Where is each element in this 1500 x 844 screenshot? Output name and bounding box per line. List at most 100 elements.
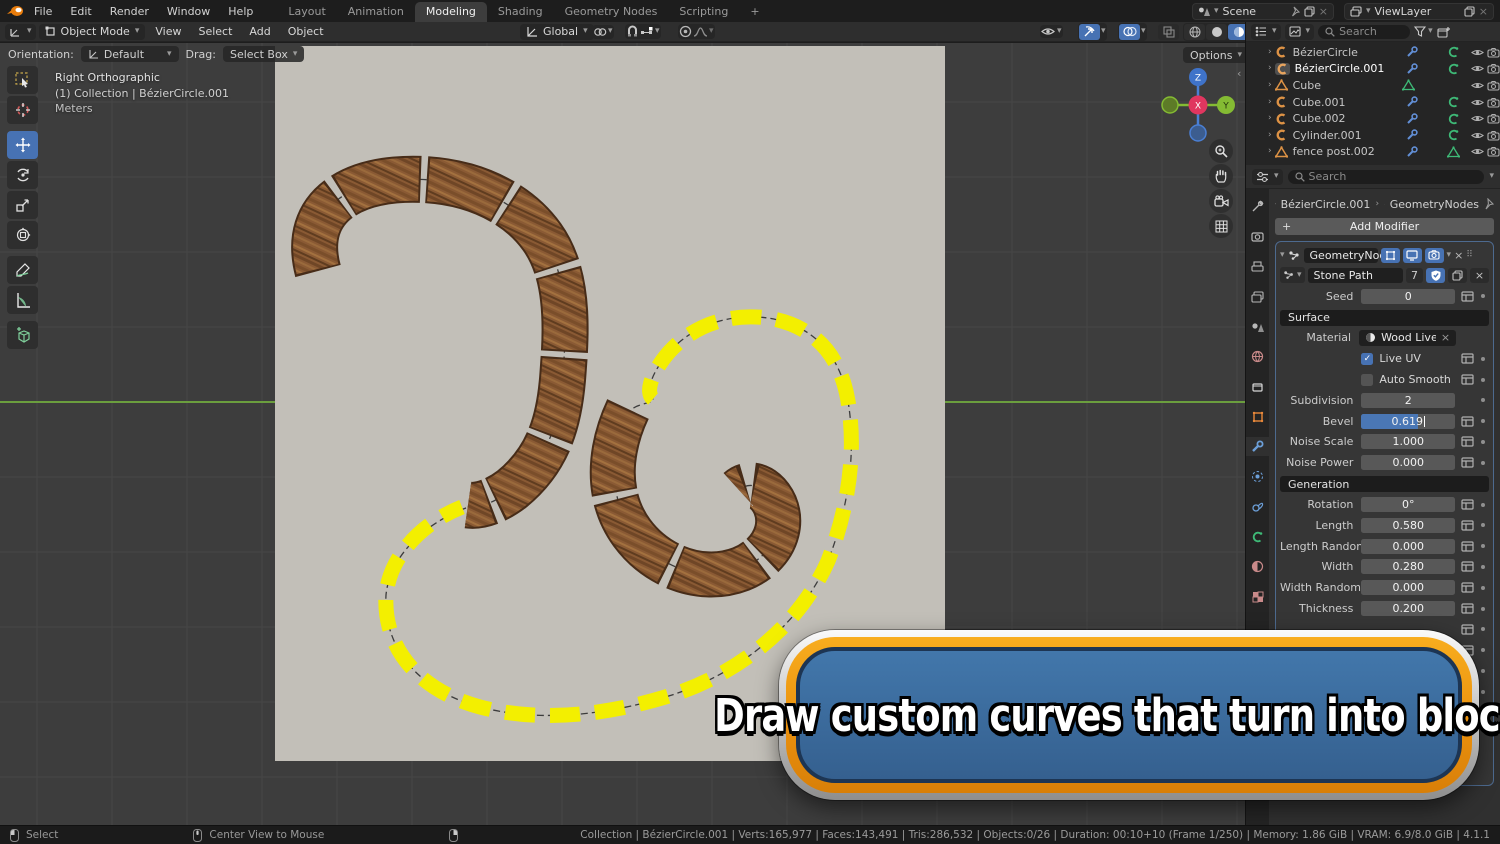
hide-eye-icon[interactable] [1471, 48, 1484, 57]
tab-output[interactable] [1246, 257, 1269, 276]
animate-decorator[interactable] [1481, 398, 1485, 402]
expand-icon[interactable]: › [1268, 81, 1272, 90]
toggle-orthographic-button[interactable] [1209, 214, 1233, 238]
navigation-gizmo[interactable]: Z Y X [1158, 65, 1238, 145]
options-dropdown[interactable]: Options ▾ [1183, 47, 1245, 63]
input-attribute-icon[interactable] [1461, 582, 1474, 593]
material-field[interactable]: Wood Live UV × [1359, 330, 1456, 346]
gizmo-z-neg-axis[interactable] [1190, 125, 1206, 141]
close-icon[interactable]: × [1479, 5, 1488, 18]
modifier-name-field[interactable]: GeometryNodes [1304, 248, 1378, 263]
input-attribute-icon[interactable] [1461, 291, 1474, 302]
outliner-row-cube-001[interactable]: › Cube.001 [1246, 94, 1500, 111]
tab-scene[interactable] [1246, 317, 1269, 336]
disable-camera-icon[interactable] [1487, 47, 1500, 58]
tool-rotate[interactable] [7, 161, 38, 189]
orientation-dropdown[interactable]: Default ▾ [81, 46, 179, 62]
mesh-data-icon[interactable] [1447, 146, 1460, 158]
copy-icon[interactable] [1304, 6, 1315, 17]
unlink-node-group-button[interactable]: × [1470, 268, 1489, 283]
shading-wireframe-button[interactable] [1184, 24, 1205, 40]
curve-data-icon[interactable] [1447, 113, 1460, 125]
tool-cursor[interactable] [7, 96, 38, 124]
workspace-tab-geometry-nodes[interactable]: Geometry Nodes [554, 2, 669, 22]
rotation-input[interactable]: 0° [1361, 497, 1455, 512]
tool-measure[interactable] [7, 286, 38, 314]
add-workspace-button[interactable]: + [739, 2, 770, 22]
expand-icon[interactable]: › [1268, 64, 1272, 73]
modifier-wrench-icon[interactable] [1406, 129, 1418, 141]
hide-eye-icon[interactable] [1471, 81, 1484, 90]
outliner-filter-dropdown[interactable]: ▾ [1414, 26, 1433, 37]
tab-world[interactable] [1246, 347, 1269, 366]
seed-input[interactable]: 0 [1361, 289, 1455, 304]
show-overlays-button[interactable] [1119, 24, 1140, 40]
show-object-types-dropdown[interactable]: ▾ [1040, 25, 1063, 38]
auto-smooth-checkbox[interactable] [1361, 374, 1373, 386]
length-input[interactable]: 0.580 [1361, 518, 1455, 533]
disable-camera-icon[interactable] [1487, 146, 1500, 157]
hide-eye-icon[interactable] [1471, 64, 1484, 73]
menu-file[interactable]: File [26, 3, 60, 20]
drag-handle[interactable]: ⠿ [1466, 250, 1472, 260]
menu-edit[interactable]: Edit [62, 3, 99, 20]
show-gizmo-button[interactable] [1079, 24, 1100, 40]
length-randomness-input[interactable]: 0.000 [1361, 539, 1455, 554]
mode-dropdown[interactable]: Object Mode ▾ [39, 24, 146, 40]
tab-object[interactable] [1246, 407, 1269, 426]
input-attribute-icon[interactable] [1461, 499, 1474, 510]
outliner-display-mode-dropdown[interactable]: ▾ [1251, 24, 1281, 40]
properties-editor-type-button[interactable]: ▾ [1252, 169, 1283, 185]
tool-select-box[interactable] [7, 66, 38, 94]
tab-particles[interactable] [1246, 467, 1269, 486]
animate-decorator[interactable] [1481, 440, 1485, 444]
width-randomness-input[interactable]: 0.000 [1361, 580, 1455, 595]
menu-add[interactable]: Add [242, 24, 277, 39]
animate-decorator[interactable] [1481, 419, 1485, 423]
thickness-input[interactable]: 0.200 [1361, 601, 1455, 616]
animate-decorator[interactable] [1481, 461, 1485, 465]
input-attribute-icon[interactable] [1461, 520, 1474, 531]
tab-object-data[interactable] [1246, 527, 1269, 546]
modifier-wrench-icon[interactable] [1406, 96, 1418, 108]
gizmos-toggle-group[interactable]: ▾ [1078, 23, 1107, 41]
modifier-wrench-icon[interactable] [1406, 146, 1418, 158]
tool-move[interactable] [7, 131, 38, 159]
properties-options-icon[interactable]: ▾ [1489, 172, 1494, 181]
animate-decorator[interactable] [1481, 523, 1485, 527]
outliner-row-fence-post-002[interactable]: › fence post.002 [1246, 144, 1500, 161]
bevel-input[interactable]: 0.619 [1361, 414, 1455, 429]
node-group-name-field[interactable]: Stone Path [1308, 268, 1403, 283]
modifier-wrench-icon[interactable] [1406, 46, 1418, 58]
viewlayer-selector[interactable]: ▾ ViewLayer × [1344, 3, 1494, 20]
width-input[interactable]: 0.280 [1361, 559, 1455, 574]
tab-modifiers[interactable] [1246, 437, 1269, 456]
outliner-row-cylinder-001[interactable]: › Cylinder.001 [1246, 127, 1500, 144]
workspace-tab-shading[interactable]: Shading [487, 2, 554, 22]
breadcrumb-node-tree[interactable]: GeometryNodes [1390, 198, 1479, 211]
hide-eye-icon[interactable] [1471, 147, 1484, 156]
tool-annotate[interactable] [7, 256, 38, 284]
disable-camera-icon[interactable] [1487, 113, 1500, 124]
unlink-material-icon[interactable]: × [1441, 331, 1450, 344]
tab-collection[interactable] [1246, 377, 1269, 396]
disable-camera-icon[interactable] [1487, 97, 1500, 108]
scene-selector[interactable]: ▾ Scene × [1192, 3, 1334, 20]
input-attribute-icon[interactable] [1461, 353, 1474, 364]
surface-section-header[interactable]: Surface [1280, 310, 1489, 326]
camera-view-button[interactable] [1209, 189, 1233, 213]
input-attribute-icon[interactable] [1461, 416, 1474, 427]
tab-material[interactable] [1246, 557, 1269, 576]
tool-transform[interactable] [7, 221, 38, 249]
input-attribute-icon[interactable] [1461, 436, 1474, 447]
add-modifier-button[interactable]: + Add Modifier [1275, 218, 1494, 235]
curve-data-icon[interactable] [1447, 63, 1460, 75]
noise-scale-input[interactable]: 1.000 [1361, 434, 1455, 449]
snap-group[interactable]: ▾ [625, 24, 661, 39]
copy-node-group-button[interactable] [1448, 268, 1467, 283]
outliner-row-beziercircle[interactable]: › BézierCircle [1246, 44, 1500, 61]
breadcrumb-object[interactable]: BézierCircle.001 [1281, 198, 1371, 211]
animate-decorator[interactable] [1481, 565, 1485, 569]
animate-decorator[interactable] [1481, 357, 1485, 361]
modifier-render-toggle[interactable] [1425, 248, 1444, 263]
